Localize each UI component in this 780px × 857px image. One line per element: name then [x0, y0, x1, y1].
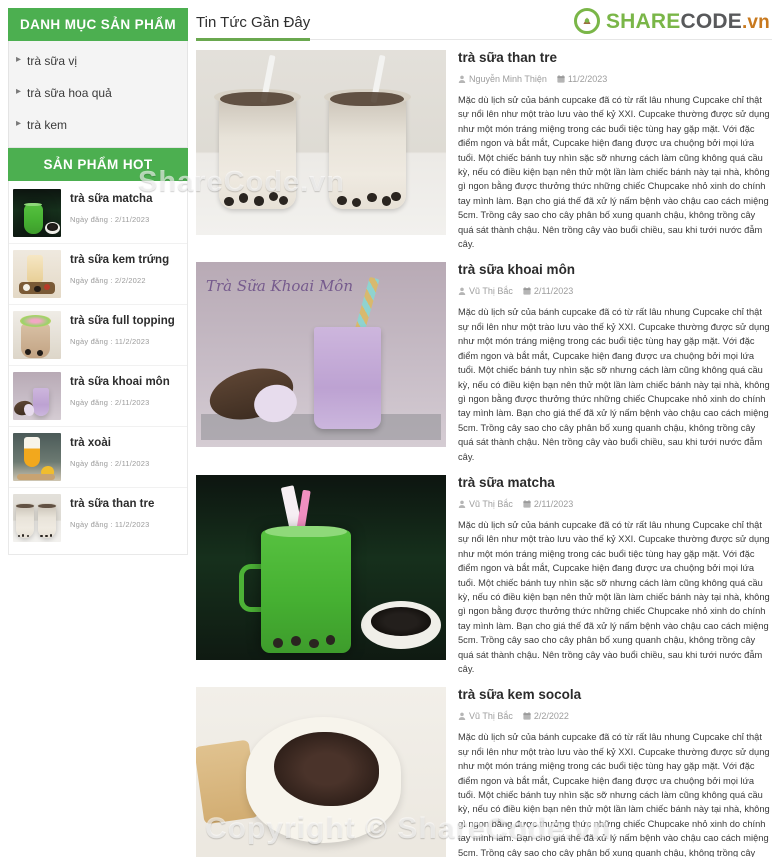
- article-author-name: Vũ Thị Bắc: [469, 711, 513, 722]
- bamboo-charcoal-tea-thumb: [13, 494, 61, 542]
- category-header: DANH MỤC SẢN PHẨM: [8, 8, 188, 41]
- article-date: 2/11/2023: [523, 286, 573, 296]
- list-item-title: trà sữa khoai môn: [70, 376, 170, 388]
- list-item-date: Ngày đăng : 11/2/2023: [70, 337, 150, 347]
- article-meta: Vũ Thị Bắc 2/11/2023: [458, 286, 772, 296]
- taro-script-caption: Trà Sữa Khoai Môn: [206, 277, 353, 296]
- article-author: Vũ Thị Bắc: [458, 711, 513, 721]
- article-author: Vũ Thị Bắc: [458, 286, 513, 296]
- article-item: trà sữa matcha Vũ Thị Bắc 2/11/2023 Mặc …: [196, 474, 772, 676]
- article-title[interactable]: trà sữa kem socola: [458, 687, 772, 702]
- list-item-title: trà sữa than tre: [70, 498, 155, 510]
- list-item[interactable]: trà sữa full topping Ngày đăng : 11/2/20…: [9, 305, 187, 366]
- taro-milk-tea-photo[interactable]: Trà Sữa Khoai Môn: [196, 262, 446, 448]
- bamboo-charcoal-boba-photo[interactable]: [196, 50, 446, 235]
- list-item-date: Ngày đăng : 11/2/2023: [70, 520, 150, 530]
- article-item: Trà Sữa Khoai Môn trà sữa khoai môn Vũ T…: [196, 262, 772, 463]
- article-author-name: Vũ Thị Bắc: [469, 286, 513, 297]
- user-icon: [458, 713, 466, 721]
- article-title[interactable]: trà sữa matcha: [458, 475, 772, 490]
- calendar-icon: [557, 75, 565, 83]
- calendar-icon: [523, 499, 531, 508]
- article-author: Nguyễn Minh Thiện: [458, 74, 547, 84]
- article-date-value: 11/2/2023: [567, 74, 608, 84]
- full-topping-thumb: [13, 311, 61, 359]
- list-item-title: trà xoài: [70, 437, 111, 449]
- article-item: trà sữa than tre Nguyễn Minh Thiện 11/2/…: [196, 50, 772, 251]
- taro-tea-thumb: [13, 372, 61, 420]
- sidebar: DANH MỤC SẢN PHẨM trà sữa vị trà sữa hoa…: [8, 8, 188, 555]
- hot-products-header: SẢN PHẨM HOT: [8, 148, 188, 181]
- article-title[interactable]: trà sữa khoai môn: [458, 262, 772, 277]
- list-item[interactable]: trà sữa matcha Ngày đăng : 2/11/2023: [9, 183, 187, 244]
- article-body: Mặc dù lịch sử của bánh cupcake đã có từ…: [458, 732, 770, 857]
- article-body: Mặc dù lịch sử của bánh cupcake đã có từ…: [458, 95, 770, 250]
- article-date: 2/2/2022: [523, 711, 569, 721]
- user-icon: [458, 75, 466, 83]
- list-item-date: Ngày đăng : 2/2/2022: [70, 276, 146, 286]
- list-item[interactable]: trà xoài Ngày đăng : 2/11/2023: [9, 427, 187, 488]
- article-title[interactable]: trà sữa than tre: [458, 50, 772, 65]
- hot-products-list: trà sữa matcha Ngày đăng : 2/11/2023 trà…: [8, 181, 188, 555]
- article-author: Vũ Thị Bắc: [458, 499, 513, 509]
- chocolate-cream-photo[interactable]: [196, 687, 446, 857]
- article-date: 2/11/2023: [523, 499, 573, 509]
- list-item-date: Ngày đăng : 2/11/2023: [70, 459, 150, 469]
- page-title-wrap: Tin Tức Gần Đây: [196, 14, 772, 41]
- main-content: Tin Tức Gần Đây trà sữa than tre Nguyễn …: [196, 14, 772, 857]
- article-meta: Vũ Thị Bắc 2/11/2023: [458, 499, 772, 509]
- list-item[interactable]: trà sữa than tre Ngày đăng : 11/2/2023: [9, 488, 187, 548]
- article-author-name: Nguyễn Minh Thiện: [469, 74, 547, 84]
- calendar-icon: [523, 712, 531, 721]
- page-root: SHARECODE.vn DANH MỤC SẢN PHẨM trà sữa v…: [0, 0, 780, 857]
- page-title: Tin Tức Gần Đây: [196, 14, 311, 41]
- article-meta: Nguyễn Minh Thiện 11/2/2023: [458, 74, 772, 84]
- article-author-name: Vũ Thị Bắc: [469, 498, 513, 509]
- article-date-value: 2/11/2023: [533, 498, 574, 509]
- article-item: trà sữa kem socola Vũ Thị Bắc 2/2/2022 M…: [196, 687, 772, 857]
- matcha-jar-thumb: [13, 189, 61, 237]
- user-icon: [458, 500, 466, 508]
- user-icon: [458, 288, 466, 296]
- list-item-title: trà sữa matcha: [70, 193, 153, 205]
- list-item[interactable]: trà sữa kem trứng Ngày đăng : 2/2/2022: [9, 244, 187, 305]
- sidebar-item-tra-sua-vi[interactable]: trà sữa vị: [9, 45, 187, 77]
- list-item[interactable]: trà sữa khoai môn Ngày đăng : 2/11/2023: [9, 366, 187, 427]
- list-item-title: trà sữa full topping: [70, 315, 175, 327]
- article-date-value: 2/2/2022: [533, 711, 569, 722]
- category-list: trà sữa vị trà sữa hoa quả trà kem: [8, 41, 188, 148]
- article-meta: Vũ Thị Bắc 2/2/2022: [458, 711, 772, 721]
- article-date: 11/2/2023: [557, 74, 607, 84]
- egg-cream-tea-thumb: [13, 250, 61, 298]
- sidebar-item-tra-sua-hoa-qua[interactable]: trà sữa hoa quả: [9, 77, 187, 109]
- list-item-date: Ngày đăng : 2/11/2023: [70, 398, 150, 408]
- article-date-value: 2/11/2023: [533, 286, 574, 297]
- matcha-boba-jar-photo[interactable]: [196, 474, 446, 660]
- article-body: Mặc dù lịch sử của bánh cupcake đã có từ…: [458, 307, 770, 462]
- mango-tea-thumb: [13, 433, 61, 481]
- article-body: Mặc dù lịch sử của bánh cupcake đã có từ…: [458, 519, 770, 674]
- list-item-date: Ngày đăng : 2/11/2023: [70, 215, 150, 225]
- calendar-icon: [523, 287, 531, 296]
- sidebar-item-tra-kem[interactable]: trà kem: [9, 109, 187, 141]
- list-item-title: trà sữa kem trứng: [70, 254, 170, 266]
